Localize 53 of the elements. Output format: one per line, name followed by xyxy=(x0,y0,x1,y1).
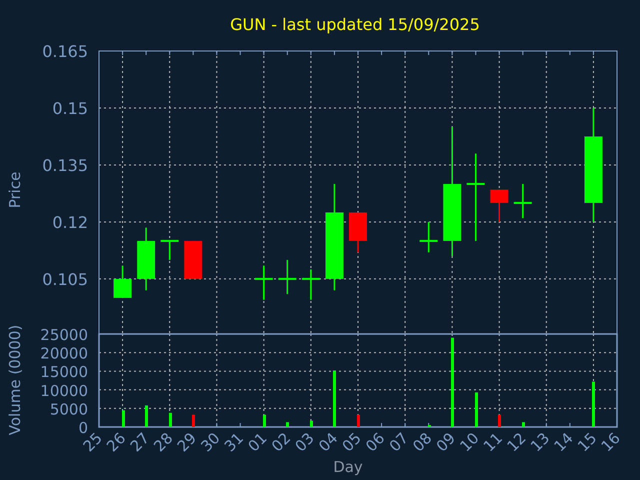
day-axis-label: 15 xyxy=(574,429,600,456)
candlestick xyxy=(420,222,438,252)
volume-axis-label: 10000 xyxy=(40,382,88,400)
day-axis-label: 04 xyxy=(315,429,342,456)
day-axis-label: 07 xyxy=(386,429,412,456)
chart-title: GUN - last updated 15/09/2025 xyxy=(230,14,480,34)
volume-axis-title: Volume (0000) xyxy=(6,324,24,436)
volume-bar xyxy=(592,382,595,427)
volume-bar xyxy=(310,420,313,427)
candlestick xyxy=(302,269,320,300)
volume-bar xyxy=(498,414,501,427)
volume-bar xyxy=(122,410,125,427)
price-axis-label: 0.15 xyxy=(52,98,88,118)
price-axis-title: Price xyxy=(6,172,24,208)
volume-bar xyxy=(475,392,478,427)
volume-axis-label: 25000 xyxy=(40,326,88,344)
day-axis-label: 26 xyxy=(103,429,130,456)
day-axis-label: 08 xyxy=(409,429,436,456)
day-axis-label: 03 xyxy=(292,429,318,456)
volume-bar xyxy=(192,414,195,427)
candlestick xyxy=(514,184,532,218)
candlestick xyxy=(184,240,202,279)
candlestick xyxy=(278,260,296,294)
volume-axis-label: 15000 xyxy=(40,363,88,382)
price-axis-label: 0.135 xyxy=(42,156,88,175)
candlestick xyxy=(160,240,179,260)
day-axis-title: Day xyxy=(333,458,363,476)
day-axis-label: 16 xyxy=(598,429,624,456)
candlestick xyxy=(349,212,367,252)
price-axis-label: 0.105 xyxy=(42,270,88,289)
volume-bar xyxy=(522,422,525,427)
candlestick xyxy=(114,266,132,298)
volume-bar xyxy=(145,405,148,427)
day-axis-label: 28 xyxy=(150,429,176,456)
volume-bar xyxy=(286,422,289,427)
day-axis-label: 27 xyxy=(126,429,153,456)
volume-bar xyxy=(169,412,172,427)
price-axis-label: 0.165 xyxy=(42,42,88,61)
day-axis-label: 05 xyxy=(338,429,365,456)
volume-axis-label: 5000 xyxy=(50,400,88,418)
volume-bar xyxy=(333,370,336,427)
day-axis-label: 06 xyxy=(362,429,388,456)
day-axis-label: 09 xyxy=(432,429,459,456)
volume-axis-label: 0 xyxy=(78,419,88,437)
day-axis-label: 29 xyxy=(174,429,200,456)
volume-bar xyxy=(263,414,266,427)
volume-axis-label: 20000 xyxy=(40,344,88,363)
price-axis-label: 0.12 xyxy=(52,212,88,232)
volume-bar xyxy=(357,414,360,427)
day-axis-label: 14 xyxy=(550,429,577,456)
candlestick xyxy=(254,266,273,300)
candlestick xyxy=(137,228,156,290)
candlestick xyxy=(490,190,508,222)
